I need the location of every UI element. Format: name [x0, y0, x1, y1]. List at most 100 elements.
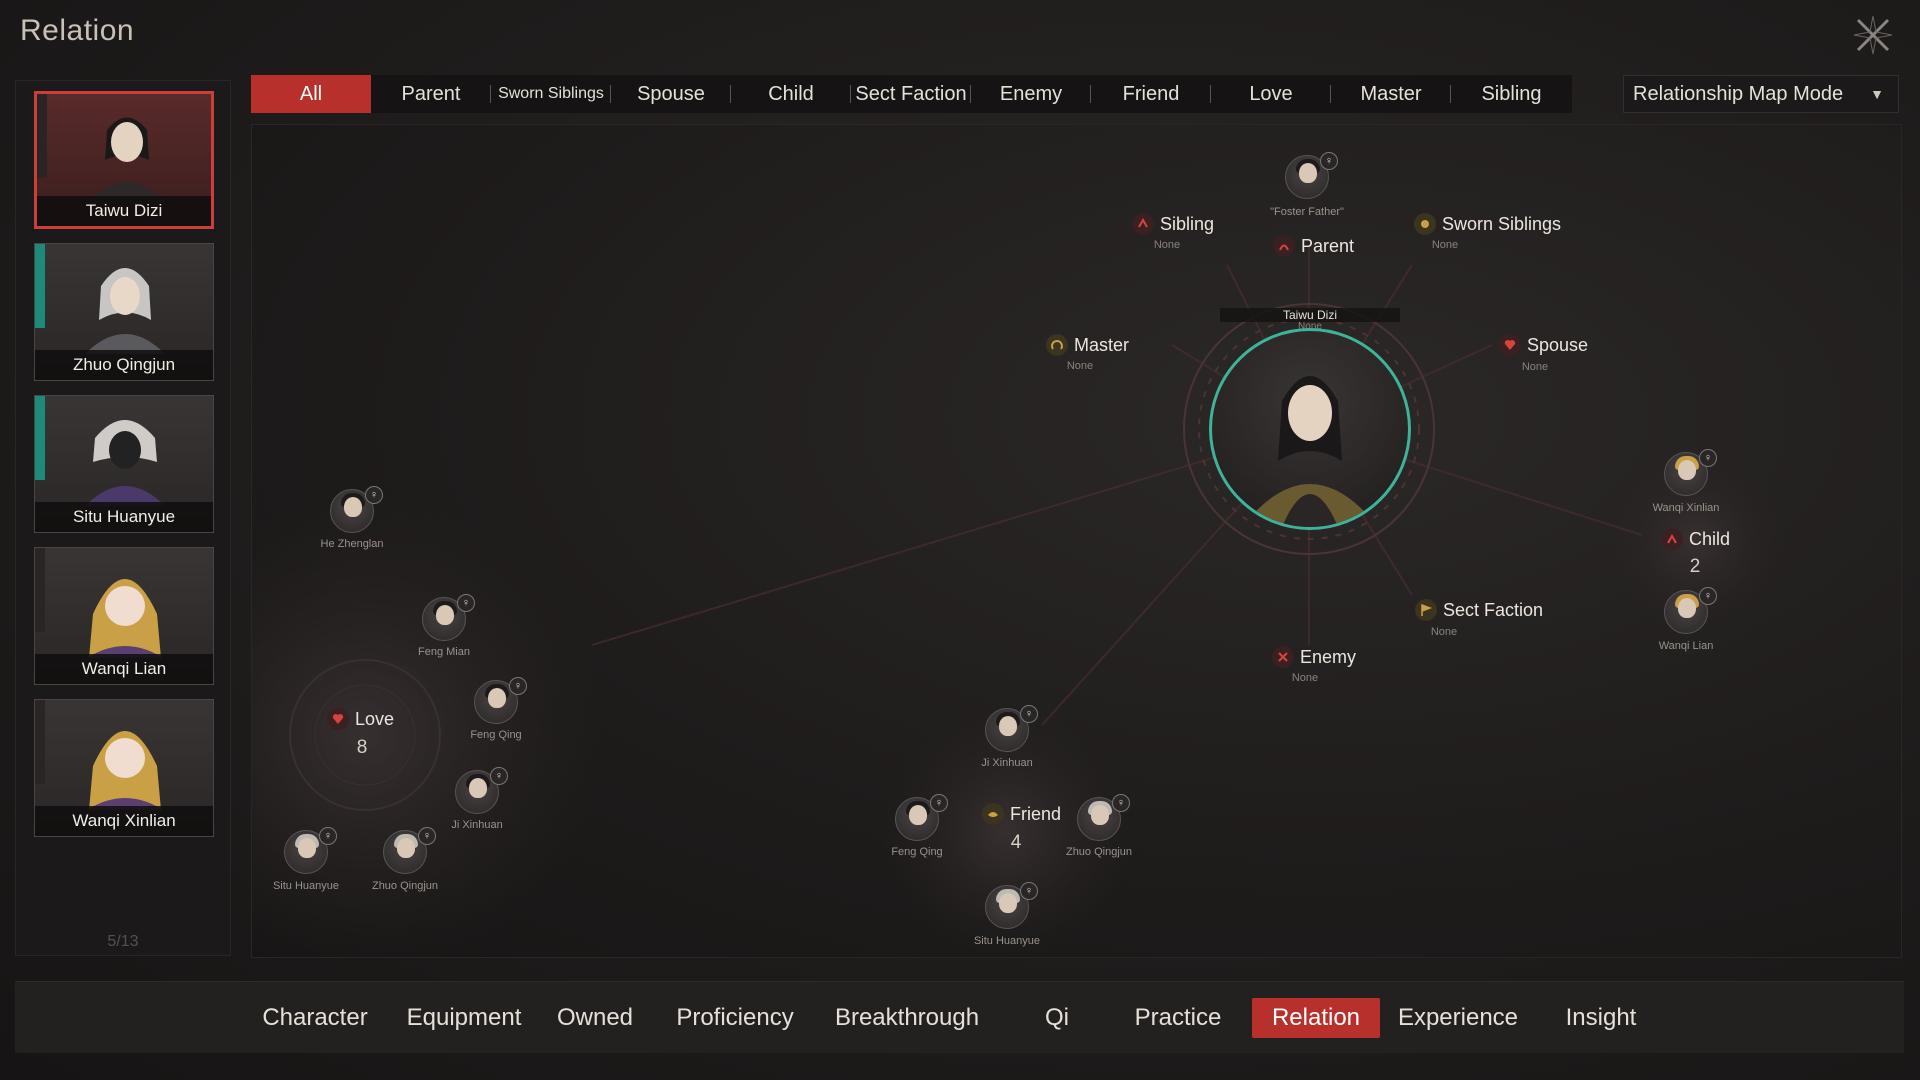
node-child[interactable]: Child — [1661, 528, 1730, 550]
character-portrait — [87, 731, 163, 810]
filter-tab-enemy[interactable]: Enemy — [971, 75, 1091, 113]
node-sworn-siblings[interactable]: Sworn Siblings — [1414, 213, 1561, 235]
tab-label: Practice — [1134, 1004, 1222, 1031]
avatar-name: He Zhenglan — [320, 538, 384, 550]
sworn-siblings-icon — [1414, 213, 1436, 235]
gender-icon: ♀ — [1112, 794, 1130, 812]
filter-tab-master[interactable]: Master — [1331, 75, 1451, 113]
avatar-head — [1678, 598, 1696, 618]
avatar-name: Zhuo Qingjun — [1065, 846, 1133, 858]
filter-tab-all[interactable]: All — [251, 75, 371, 113]
node-master[interactable]: Master — [1046, 334, 1129, 356]
bottom-tab-bar: Character Equipment Owned Proficiency Br… — [15, 981, 1904, 1053]
tab-qi[interactable]: Qi — [1027, 998, 1087, 1038]
card-stripe — [35, 700, 45, 784]
tab-experience[interactable]: Experience — [1393, 998, 1523, 1038]
character-card-situ-huanyue[interactable]: Situ Huanyue — [34, 395, 214, 533]
avatar-head — [469, 778, 487, 798]
node-label-text: Sect Faction — [1443, 599, 1544, 620]
character-card-taiwu-dizi[interactable]: Taiwu Dizi — [34, 91, 214, 229]
character-name: Situ Huanyue — [35, 502, 213, 532]
tab-label: Breakthrough — [834, 1004, 980, 1031]
center-character-portrait[interactable] — [1209, 328, 1411, 530]
tab-practice[interactable]: Practice — [1123, 998, 1233, 1038]
tab-character[interactable]: Character — [255, 998, 375, 1038]
gender-icon: ♀ — [457, 594, 475, 612]
love-avatar-feng-qing[interactable]: ♀ — [474, 677, 527, 724]
node-sect-faction[interactable]: Sect Faction — [1415, 599, 1543, 621]
parent-avatar[interactable]: ♀ — [1285, 152, 1338, 199]
tab-breakthrough[interactable]: Breakthrough — [827, 998, 987, 1038]
avatar-head — [488, 688, 506, 708]
node-sibling-sub: None — [1153, 239, 1181, 251]
friend-avatar-ji-xinhuan[interactable]: ♀ — [985, 705, 1038, 752]
gender-icon: ♀ — [365, 486, 383, 504]
child-avatar-wanqi-xinlian[interactable]: ♀ — [1664, 449, 1717, 496]
relationship-lines — [252, 245, 1785, 957]
character-card-wanqi-xinlian[interactable]: Wanqi Xinlian — [34, 699, 214, 837]
tab-relation[interactable]: Relation — [1252, 998, 1380, 1038]
filter-tab-sworn-siblings[interactable]: Sworn Siblings — [491, 75, 611, 113]
node-enemy[interactable]: Enemy — [1272, 646, 1356, 668]
tab-owned[interactable]: Owned — [550, 998, 640, 1038]
tab-equipment[interactable]: Equipment — [399, 998, 529, 1038]
love-avatar-feng-mian[interactable]: ♀ — [422, 594, 475, 641]
avatar-name: Zhuo Qingjun — [371, 880, 439, 892]
child-avatar-wanqi-lian[interactable]: ♀ — [1664, 587, 1717, 634]
child-icon — [1661, 528, 1683, 550]
character-card-wanqi-lian[interactable]: Wanqi Lian — [34, 547, 214, 685]
enemy-icon — [1272, 646, 1294, 668]
filter-tab-love[interactable]: Love — [1211, 75, 1331, 113]
filter-tab-spouse[interactable]: Spouse — [611, 75, 731, 113]
node-spouse[interactable]: Spouse — [1499, 334, 1588, 356]
node-label-text: Parent — [1301, 235, 1355, 256]
card-stripe — [35, 548, 45, 632]
character-name: Taiwu Dizi — [37, 196, 211, 226]
center-character-name: Taiwu Dizi — [1220, 308, 1400, 322]
filter-tab-label: Sibling — [1481, 82, 1542, 105]
node-enemy-sub: None — [1291, 672, 1319, 684]
sect-faction-flag-icon — [1415, 599, 1437, 621]
filter-tab-sect-faction[interactable]: Sect Faction — [851, 75, 971, 113]
node-master-sub: None — [1066, 360, 1094, 372]
gender-icon: ♀ — [509, 677, 527, 695]
node-friend[interactable]: Friend — [982, 803, 1061, 825]
close-button[interactable] — [1852, 14, 1894, 56]
node-parent[interactable]: Parent — [1273, 235, 1354, 257]
filter-tab-sibling[interactable]: Sibling — [1451, 75, 1572, 113]
avatar-name: Situ Huanyue — [272, 880, 340, 892]
filter-tab-friend[interactable]: Friend — [1091, 75, 1211, 113]
character-portrait — [87, 117, 167, 204]
node-label-text: Love — [355, 708, 395, 729]
friend-avatar-feng-qing[interactable]: ♀ — [895, 794, 948, 841]
avatar-he-zhenglan[interactable]: ♀ — [330, 486, 383, 533]
filter-tab-child[interactable]: Child — [731, 75, 851, 113]
node-love[interactable]: Love — [327, 708, 394, 730]
love-avatar-ji-xinhuan[interactable]: ♀ — [455, 767, 508, 814]
page-count: 5/13 — [107, 933, 139, 950]
love-avatar-situ-huanyue[interactable]: ♀ — [284, 827, 337, 874]
avatar-head — [436, 605, 454, 625]
spouse-icon — [1499, 334, 1521, 356]
node-child-count: 2 — [1689, 556, 1701, 577]
tab-insight[interactable]: Insight — [1551, 998, 1651, 1038]
node-label-text: Friend — [1010, 803, 1062, 824]
character-portrait — [85, 268, 165, 354]
tab-proficiency[interactable]: Proficiency — [665, 998, 805, 1038]
close-icon — [1853, 15, 1893, 55]
avatar-name: Feng Qing — [470, 729, 522, 741]
mode-select-label: Relationship Map Mode — [1633, 83, 1844, 105]
tab-label: Character — [262, 1004, 368, 1031]
gender-icon: ♀ — [490, 767, 508, 785]
love-avatar-zhuo-qingjun[interactable]: ♀ — [383, 827, 436, 874]
node-sibling[interactable]: Sibling — [1132, 213, 1214, 235]
tab-label: Insight — [1565, 1004, 1637, 1031]
character-card-zhuo-qingjun[interactable]: Zhuo Qingjun — [34, 243, 214, 381]
friend-avatar-situ-huanyue[interactable]: ♀ — [985, 882, 1038, 929]
friend-avatar-zhuo-qingjun[interactable]: ♀ — [1077, 794, 1130, 841]
relationship-map-mode-select[interactable]: Relationship Map Mode ▼ — [1623, 75, 1899, 113]
gender-icon: ♀ — [930, 794, 948, 812]
character-list: Taiwu Dizi Zhuo Qingjun Situ Huanyue Wan… — [15, 80, 231, 956]
character-name: Wanqi Lian — [35, 654, 213, 684]
filter-tab-parent[interactable]: Parent — [371, 75, 491, 113]
